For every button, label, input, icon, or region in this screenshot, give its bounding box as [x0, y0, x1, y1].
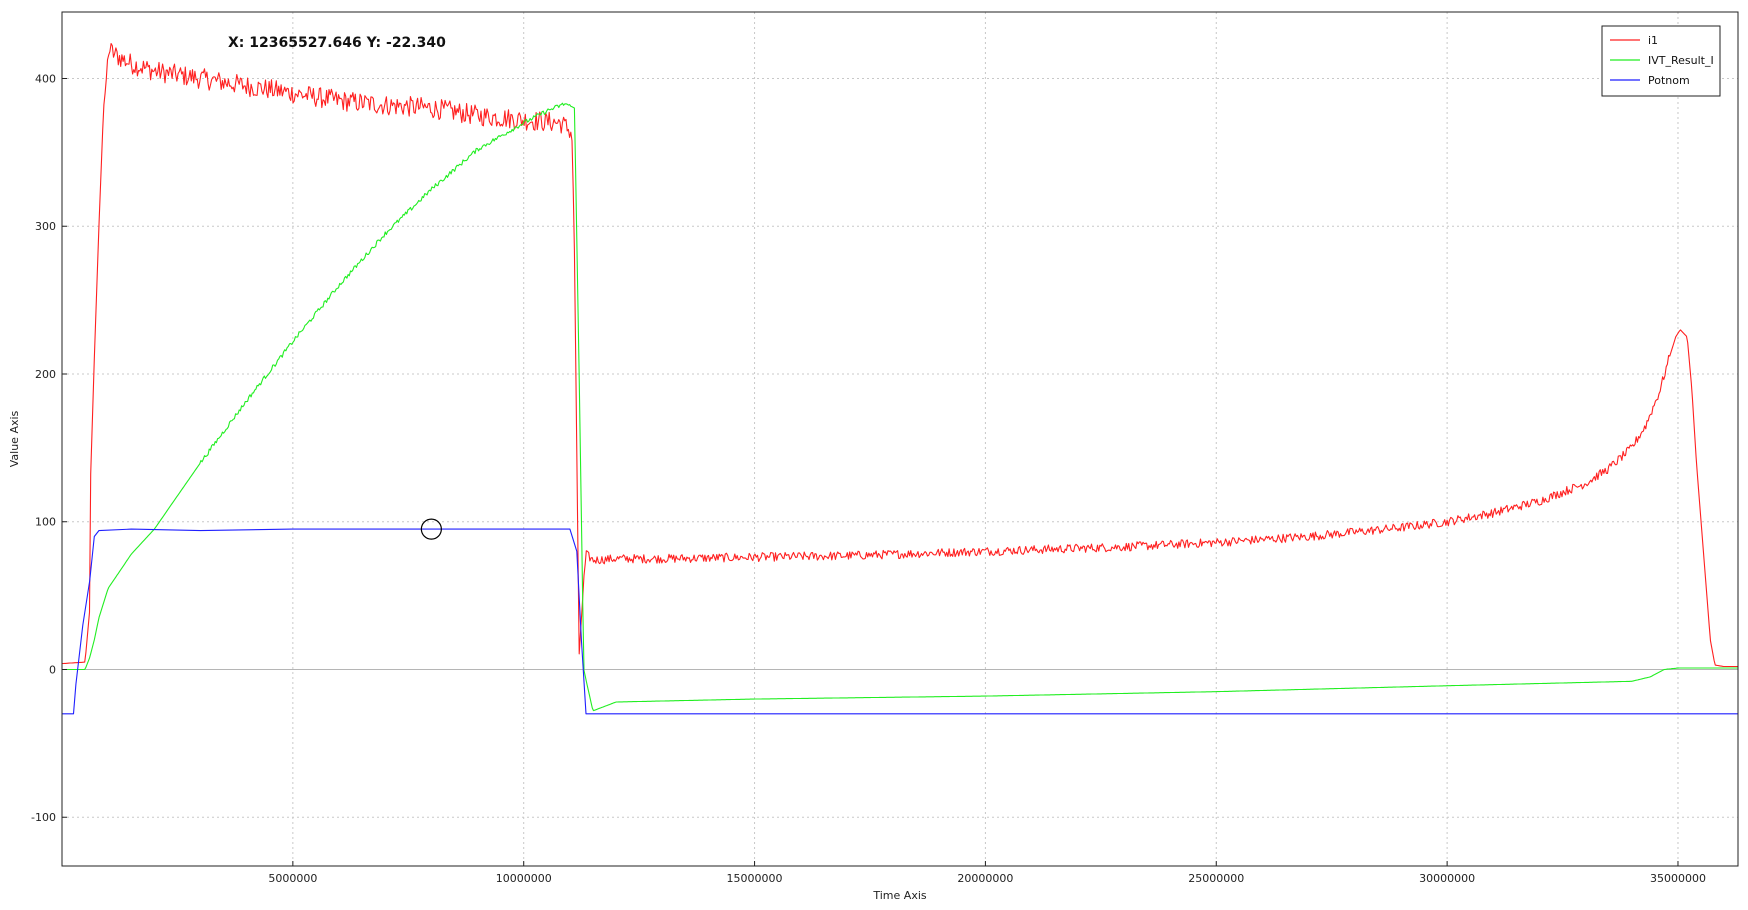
legend-label: IVT_Result_I: [1648, 54, 1714, 67]
x-tick-label: 15000000: [727, 872, 783, 885]
line-chart[interactable]: 5000000 10000000 15000000 20000000 25000000 3…: [0, 0, 1748, 910]
y-axis-label: Value Axis: [8, 410, 21, 467]
y-tick-label: 200: [35, 368, 56, 381]
y-tick-label: 400: [35, 72, 56, 85]
y-tick-label: 100: [35, 516, 56, 529]
x-tick-label: 20000000: [957, 872, 1013, 885]
x-tick-label: 30000000: [1419, 872, 1475, 885]
y-tick-label: 300: [35, 220, 56, 233]
x-tick-label: 35000000: [1650, 872, 1706, 885]
legend-label: i1: [1648, 34, 1658, 47]
x-axis-label: Time Axis: [872, 889, 927, 902]
chart-background: [0, 0, 1748, 910]
x-tick-label: 10000000: [496, 872, 552, 885]
chart-window: 5000000 10000000 15000000 20000000 25000000 3…: [0, 0, 1748, 910]
y-tick-label: 0: [49, 663, 56, 676]
x-tick-label: 5000000: [268, 872, 317, 885]
x-tick-label: 25000000: [1188, 872, 1244, 885]
y-tick-label: -100: [31, 811, 56, 824]
cursor-coordinate-readout: X: 12365527.646 Y: -22.340: [228, 35, 446, 51]
legend: i1 IVT_Result_I Potnom: [1601, 25, 1721, 97]
legend-label: Potnom: [1648, 74, 1690, 87]
